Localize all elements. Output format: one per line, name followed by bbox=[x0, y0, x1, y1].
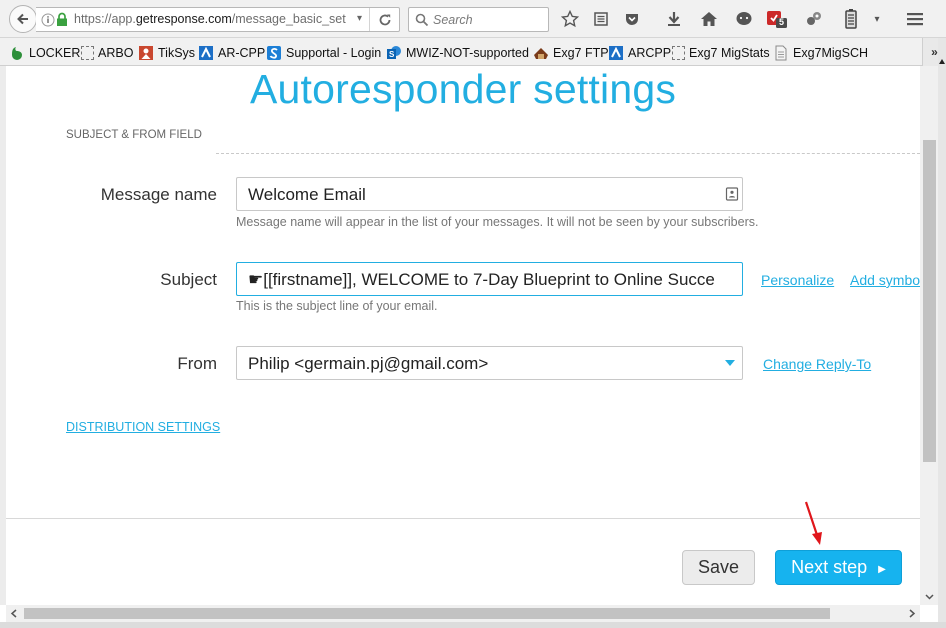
bookmark-item[interactable]: Exg7MigSCH bbox=[773, 44, 868, 61]
bookmark-item[interactable]: Exg7 FTP bbox=[533, 44, 609, 61]
document-favicon-icon bbox=[775, 45, 787, 60]
extension-notification-icon[interactable]: 5 bbox=[766, 8, 788, 30]
pocket-icon[interactable] bbox=[621, 8, 643, 30]
back-arrow-icon bbox=[17, 13, 28, 25]
bookmark-item[interactable]: S MWIZ-NOT-supported bbox=[386, 44, 529, 61]
bookmark-label: Exg7 FTP bbox=[553, 45, 609, 60]
lock-icon bbox=[56, 12, 68, 32]
bookmark-label: Exg7MigSCH bbox=[793, 45, 869, 60]
reading-list-icon[interactable] bbox=[590, 8, 612, 30]
arcpp-favicon-icon bbox=[609, 45, 623, 60]
status-bar bbox=[0, 622, 946, 628]
search-placeholder: Search bbox=[433, 13, 473, 27]
dotted-page-icon bbox=[81, 45, 94, 60]
bookmark-star-icon[interactable] bbox=[559, 8, 581, 30]
vertical-scrollbar[interactable] bbox=[920, 66, 938, 605]
scroll-down-arrow-icon[interactable] bbox=[920, 589, 938, 605]
footer-divider bbox=[6, 518, 920, 519]
home-icon[interactable] bbox=[698, 8, 720, 30]
ar-cpp-favicon-icon bbox=[199, 45, 213, 60]
reload-icon bbox=[379, 14, 390, 25]
ftp-favicon-icon bbox=[534, 47, 548, 59]
url-domain: getresponse.com bbox=[135, 12, 232, 26]
url-text: https://app.getresponse.com/message_basi… bbox=[74, 12, 346, 26]
dotted-page-icon bbox=[672, 45, 685, 60]
bookmark-item[interactable]: ARCPP bbox=[608, 44, 671, 61]
double-chevron-icon: » bbox=[931, 45, 938, 59]
bookmark-item[interactable]: LOCKER bbox=[9, 44, 80, 61]
svg-text:S: S bbox=[389, 50, 395, 59]
change-reply-to-link[interactable]: Change Reply-To bbox=[763, 356, 871, 372]
dropdown-arrow-icon[interactable]: ▾ bbox=[357, 13, 362, 24]
bookmarks-toolbar: LOCKER ARBO TikSys AR-CPP Supportal - Lo… bbox=[0, 38, 946, 66]
tiksys-favicon-icon bbox=[139, 45, 153, 60]
download-icon[interactable] bbox=[663, 8, 685, 30]
subject-input[interactable]: ☛[[firstname]], WELCOME to 7-Day Bluepri… bbox=[236, 262, 743, 296]
subject-hint: This is the subject line of your email. bbox=[236, 299, 438, 313]
horizontal-scrollbar[interactable] bbox=[6, 605, 920, 622]
reload-button[interactable] bbox=[369, 8, 399, 31]
locker-favicon-icon bbox=[12, 46, 22, 60]
bookmark-item[interactable]: Exg7 MigStats bbox=[672, 44, 770, 61]
bookmark-label: ARCPP bbox=[628, 45, 672, 60]
next-step-button[interactable]: Next step ▶ bbox=[775, 550, 902, 585]
page-title: Autoresponder settings bbox=[249, 66, 677, 112]
bookmark-label: Supportal - Login bbox=[286, 45, 382, 60]
menu-icon[interactable] bbox=[904, 8, 926, 30]
overflow-chevron-icon[interactable]: ▾ bbox=[868, 8, 886, 30]
page-content: Autoresponder settings SUBJECT & FROM FI… bbox=[6, 66, 920, 605]
back-button[interactable] bbox=[9, 5, 37, 33]
message-name-hint: Message name will appear in the list of … bbox=[236, 215, 759, 229]
from-value: Philip <germain.pj@gmail.com> bbox=[248, 354, 489, 373]
window-edge bbox=[938, 38, 946, 628]
bookmark-label: MWIZ-NOT-supported bbox=[406, 45, 529, 60]
bookmark-label: Exg7 MigStats bbox=[689, 45, 770, 60]
chevron-right-icon: ▶ bbox=[878, 564, 886, 575]
horizontal-scroll-thumb[interactable] bbox=[24, 608, 830, 619]
url-path: /message_basic_settir bbox=[231, 12, 346, 26]
browser-toolbar: https://app.getresponse.com/message_basi… bbox=[0, 0, 946, 38]
subject-value: ☛[[firstname]], WELCOME to 7-Day Bluepri… bbox=[248, 270, 715, 289]
contact-card-icon[interactable] bbox=[725, 187, 739, 201]
search-bar[interactable]: Search bbox=[408, 7, 549, 32]
supportal-favicon-icon bbox=[267, 45, 281, 60]
notification-count: 5 bbox=[779, 17, 785, 27]
from-select[interactable]: Philip <germain.pj@gmail.com> bbox=[236, 346, 743, 380]
message-name-label: Message name bbox=[100, 185, 217, 204]
bookmark-item[interactable]: Supportal - Login bbox=[266, 44, 381, 61]
bookmark-item[interactable]: AR-CPP bbox=[198, 44, 265, 61]
url-bar[interactable]: https://app.getresponse.com/message_basi… bbox=[36, 7, 400, 32]
bookmark-label: ARBO bbox=[98, 45, 134, 60]
scroll-right-arrow-icon[interactable] bbox=[909, 609, 916, 618]
annotation-arrow-icon bbox=[804, 501, 822, 545]
distribution-settings-link[interactable]: DISTRIBUTION SETTINGS bbox=[66, 420, 220, 434]
sharepoint-favicon-icon: S bbox=[387, 45, 401, 59]
select-caret-icon bbox=[725, 360, 735, 366]
bookmark-item[interactable]: TikSys bbox=[138, 44, 195, 61]
from-label: From bbox=[177, 354, 217, 373]
url-prefix: https://app. bbox=[74, 12, 136, 26]
add-symbol-link[interactable]: Add symbo bbox=[850, 272, 920, 288]
section-divider bbox=[216, 153, 920, 154]
bookmark-label: TikSys bbox=[158, 45, 196, 60]
message-name-value: Welcome Email bbox=[248, 185, 366, 204]
bookmark-label: AR-CPP bbox=[218, 45, 266, 60]
vertical-scroll-thumb[interactable] bbox=[923, 140, 936, 462]
page-info-icon[interactable] bbox=[41, 13, 55, 32]
message-name-input[interactable]: Welcome Email bbox=[236, 177, 743, 211]
section-label: SUBJECT & FROM FIELD bbox=[66, 129, 202, 141]
search-icon bbox=[415, 13, 429, 27]
scroll-left-arrow-icon[interactable] bbox=[10, 609, 17, 618]
scroll-up-arrow-icon[interactable] bbox=[938, 58, 946, 66]
next-step-label: Next step bbox=[791, 557, 868, 577]
puzzle-extension-icon[interactable] bbox=[803, 8, 825, 30]
chat-icon[interactable] bbox=[733, 8, 755, 30]
subject-label: Subject bbox=[160, 270, 217, 289]
battery-extension-icon[interactable] bbox=[840, 8, 862, 30]
save-button[interactable]: Save bbox=[682, 550, 755, 585]
bookmark-item[interactable]: ARBO bbox=[81, 44, 133, 61]
bookmark-label: LOCKER bbox=[29, 45, 81, 60]
personalize-link[interactable]: Personalize bbox=[761, 272, 834, 288]
